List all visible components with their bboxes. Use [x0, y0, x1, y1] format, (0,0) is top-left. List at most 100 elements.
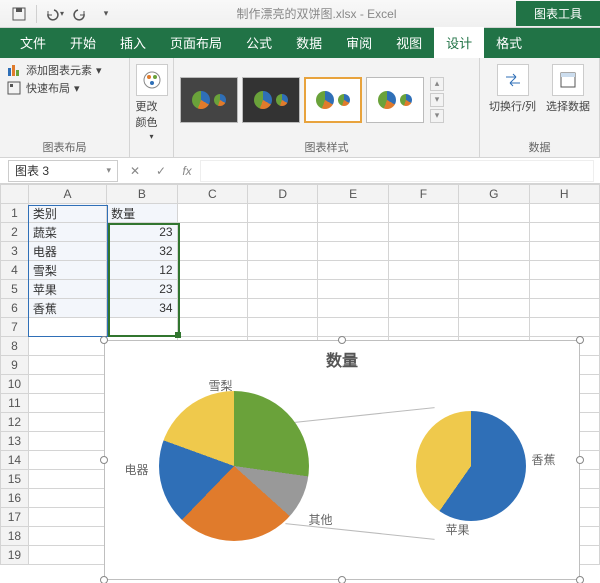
- row-header[interactable]: 10: [1, 375, 29, 394]
- row-header[interactable]: 14: [1, 451, 29, 470]
- cell[interactable]: 苹果: [28, 280, 106, 299]
- row-header[interactable]: 16: [1, 489, 29, 508]
- cell[interactable]: 34: [107, 299, 178, 318]
- cell[interactable]: 香蕉: [28, 299, 106, 318]
- redo-icon[interactable]: [69, 3, 91, 25]
- worksheet-grid[interactable]: A B C D E F G H 1类别数量 2蔬菜23 3电器32 4雪梨12 …: [0, 184, 600, 583]
- tab-design[interactable]: 设计: [434, 27, 484, 58]
- col-header-H[interactable]: H: [529, 185, 599, 204]
- tab-format[interactable]: 格式: [484, 27, 534, 58]
- cell[interactable]: 12: [107, 261, 178, 280]
- row-header[interactable]: 17: [1, 508, 29, 527]
- resize-handle[interactable]: [576, 576, 584, 583]
- secondary-pie[interactable]: [416, 411, 526, 521]
- palette-icon: [136, 64, 168, 96]
- resize-handle[interactable]: [100, 576, 108, 583]
- gallery-scroll-down[interactable]: ▾: [430, 93, 444, 107]
- cell[interactable]: 23: [107, 223, 178, 242]
- enter-formula-icon[interactable]: ✓: [148, 164, 174, 178]
- tab-formulas[interactable]: 公式: [234, 27, 284, 58]
- ribbon-group-layout: 添加图表元素 ▾ 快速布局 ▾ 图表布局: [0, 58, 130, 157]
- formula-input[interactable]: [200, 160, 594, 182]
- row-header[interactable]: 12: [1, 413, 29, 432]
- chart-plot-area[interactable]: 雪梨 电器 其他 香蕉 苹果: [105, 371, 579, 561]
- col-header-F[interactable]: F: [388, 185, 458, 204]
- save-icon[interactable]: [8, 3, 30, 25]
- row-header[interactable]: 7: [1, 318, 29, 337]
- col-header-B[interactable]: B: [107, 185, 178, 204]
- title-bar: ▾ ▾ 制作漂亮的双饼图.xlsx - Excel 图表工具: [0, 0, 600, 28]
- chevron-down-icon[interactable]: ▾: [106, 165, 111, 176]
- tab-insert[interactable]: 插入: [108, 27, 158, 58]
- tab-home[interactable]: 开始: [58, 27, 108, 58]
- quick-access-toolbar: ▾ ▾: [0, 3, 117, 25]
- select-data-icon: [552, 64, 584, 96]
- window-title: 制作漂亮的双饼图.xlsx - Excel: [117, 5, 516, 22]
- col-header-D[interactable]: D: [248, 185, 318, 204]
- undo-icon[interactable]: ▾: [43, 3, 65, 25]
- cell[interactable]: 类别: [28, 204, 106, 223]
- resize-handle[interactable]: [338, 336, 346, 344]
- ribbon-tabs: 文件 开始 插入 页面布局 公式 数据 审阅 视图 设计 格式: [0, 28, 600, 58]
- chart-style-3[interactable]: [304, 77, 362, 123]
- select-all-corner[interactable]: [1, 185, 29, 204]
- col-header-E[interactable]: E: [318, 185, 388, 204]
- cell[interactable]: 雪梨: [28, 261, 106, 280]
- resize-handle[interactable]: [338, 576, 346, 583]
- cell[interactable]: 电器: [28, 242, 106, 261]
- data-label: 雪梨: [209, 377, 233, 394]
- row-header[interactable]: 3: [1, 242, 29, 261]
- cell[interactable]: 32: [107, 242, 178, 261]
- row-header[interactable]: 5: [1, 280, 29, 299]
- main-pie[interactable]: [159, 391, 309, 541]
- chart-title[interactable]: 数量: [105, 347, 579, 371]
- tab-data[interactable]: 数据: [284, 27, 334, 58]
- row-header[interactable]: 15: [1, 470, 29, 489]
- cell[interactable]: 数量: [107, 204, 178, 223]
- row-header[interactable]: 11: [1, 394, 29, 413]
- gallery-more[interactable]: ▾: [430, 109, 444, 123]
- col-header-C[interactable]: C: [177, 185, 247, 204]
- tab-pagelayout[interactable]: 页面布局: [158, 27, 234, 58]
- chart-style-1[interactable]: [180, 77, 238, 123]
- switch-row-col-button[interactable]: 切换行/列: [487, 62, 538, 116]
- row-header[interactable]: 4: [1, 261, 29, 280]
- ribbon-group-styles-label: 图表样式: [180, 137, 473, 155]
- tab-file[interactable]: 文件: [8, 27, 58, 58]
- row-header[interactable]: 2: [1, 223, 29, 242]
- data-label: 其他: [309, 511, 333, 528]
- tab-view[interactable]: 视图: [384, 27, 434, 58]
- row-header[interactable]: 19: [1, 546, 29, 565]
- col-header-G[interactable]: G: [459, 185, 529, 204]
- select-data-button[interactable]: 选择数据: [544, 62, 592, 116]
- col-header-A[interactable]: A: [28, 185, 106, 204]
- chart-object[interactable]: 数量 雪梨 电器 其他 香蕉 苹果: [104, 340, 580, 580]
- qat-customize-icon[interactable]: ▾: [95, 3, 117, 25]
- row-header[interactable]: 13: [1, 432, 29, 451]
- tab-review[interactable]: 审阅: [334, 27, 384, 58]
- cancel-formula-icon[interactable]: ✕: [122, 164, 148, 178]
- row-header[interactable]: 6: [1, 299, 29, 318]
- resize-handle[interactable]: [100, 336, 108, 344]
- row-header[interactable]: 1: [1, 204, 29, 223]
- data-label: 苹果: [446, 521, 470, 538]
- formula-bar: 图表 3▾ ✕ ✓ fx: [0, 158, 600, 184]
- cell[interactable]: 23: [107, 280, 178, 299]
- ribbon-group-colors: 更改颜色▾: [130, 58, 174, 157]
- quick-layout-button[interactable]: 快速布局 ▾: [6, 80, 102, 96]
- chart-style-2[interactable]: [242, 77, 300, 123]
- gallery-scroll-up[interactable]: ▴: [430, 77, 444, 91]
- resize-handle[interactable]: [576, 336, 584, 344]
- row-header[interactable]: 18: [1, 527, 29, 546]
- name-box[interactable]: 图表 3▾: [8, 160, 118, 182]
- add-chart-element-button[interactable]: 添加图表元素 ▾: [6, 62, 102, 78]
- ribbon-group-layout-label: 图表布局: [6, 137, 123, 155]
- row-header[interactable]: 9: [1, 356, 29, 375]
- change-colors-button[interactable]: 更改颜色▾: [134, 62, 170, 143]
- ribbon-group-data-label: 数据: [486, 137, 593, 155]
- row-header[interactable]: 8: [1, 337, 29, 356]
- ribbon-group-data: 切换行/列 选择数据 数据: [480, 58, 600, 157]
- fx-icon[interactable]: fx: [174, 164, 200, 178]
- chart-style-4[interactable]: [366, 77, 424, 123]
- cell[interactable]: 蔬菜: [28, 223, 106, 242]
